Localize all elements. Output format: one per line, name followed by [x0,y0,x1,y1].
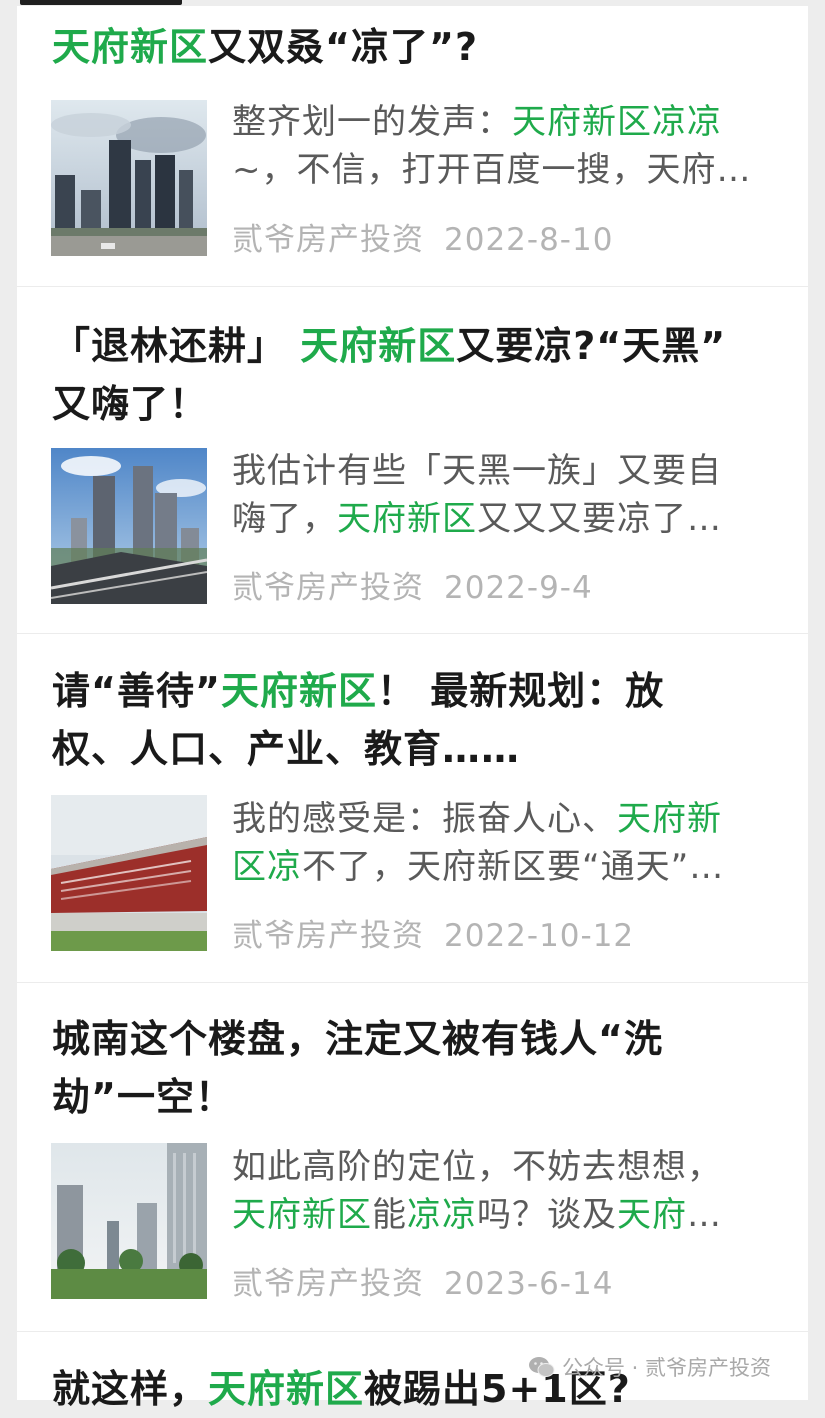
article-meta: 贰爷房产投资 2022-8-10 [232,214,613,259]
text-segment: 就这样， [52,1367,209,1411]
article-item[interactable]: 城南这个楼盘，注定又被有钱人“洗 劫”一空！ 如此高阶的定位，不妨去想想， 天府… [17,983,808,1331]
article-meta: 贰爷房产投资 2022-10-12 [232,910,634,955]
text-segment: 权、人口、产业、教育…… [52,727,521,771]
text-segment: 又要凉?“天黑” [456,324,727,368]
article-meta: 贰爷房产投资 2022-9-4 [232,562,593,607]
text-segment: 我的感受是：振奋人心、 [232,799,617,839]
article-meta: 贰爷房产投资 2023-6-14 [232,1258,613,1303]
text-segment: 城南这个楼盘，注定又被有钱人“洗 [52,1017,663,1061]
article-thumbnail[interactable] [51,1143,207,1299]
article-list: 天府新区又双叒“凉了”? 整齐划一的发声：天府新区凉凉 ~，不信，打开百度一搜，… [17,6,808,1411]
text-segment: 嗨了， [232,499,337,539]
text-segment: ~，不信，打开百度一搜，天府… [232,150,752,190]
watermark-text: 公众号 · 贰爷房产投资 [562,1356,772,1380]
text-segment: 整齐划一的发声： [232,102,512,142]
keyword-highlight: 天府新 [617,799,722,839]
text-segment: 请“善待” [52,669,221,713]
keyword-highlight: 天府新区 [208,1367,365,1411]
text-segment: 吗？谈及 [477,1195,617,1235]
text-segment: 又双叒“凉了”? [208,25,479,69]
keyword-highlight: 凉凉 [407,1195,477,1235]
article-item[interactable]: 「退林还耕」 天府新区又要凉?“天黑” 又嗨了！ 我估计有些「天黑一族」又要自 … [17,287,808,633]
wechat-icon [529,1357,555,1377]
text-segment: 又又又要凉了… [477,499,722,539]
keyword-highlight: 天府新区 [220,669,377,713]
article-author: 贰爷房产投资 [232,222,424,258]
article-item[interactable]: 请“善待”天府新区！ 最新规划：放权、人口、产业、教育…… 我的感受是：振奋人心… [17,634,808,982]
keyword-highlight: 天府新区 [52,25,209,69]
article-title[interactable]: 城南这个楼盘，注定又被有钱人“洗 劫”一空！ [52,1010,772,1126]
article-item[interactable]: 天府新区又双叒“凉了”? 整齐划一的发声：天府新区凉凉 ~，不信，打开百度一搜，… [17,6,808,286]
text-segment: 劫”一空！ [52,1075,234,1119]
article-author: 贰爷房产投资 [232,918,424,954]
article-summary: 我的感受是：振奋人心、天府新区凉不了，天府新区要“通天”… [232,795,792,891]
article-thumbnail[interactable] [51,100,207,256]
text-segment: 又嗨了！ [52,382,209,426]
article-author: 贰爷房产投资 [232,1266,424,1302]
text-segment: ！ 最新规划：放 [376,669,665,713]
article-date: 2023-6-14 [444,1266,614,1302]
article-date: 2022-10-12 [444,918,635,954]
keyword-highlight: 天府新区 [300,324,457,368]
article-thumbnail[interactable] [51,795,207,951]
article-date: 2022-8-10 [444,222,614,258]
top-indicator-bar [20,0,182,5]
keyword-highlight: 天府新区 [232,1195,372,1235]
article-summary: 如此高阶的定位，不妨去想想， 天府新区能凉凉吗？谈及天府… [232,1143,792,1239]
wechat-watermark: 公众号 · 贰爷房产投资 [528,1352,771,1382]
keyword-highlight: 区凉 [232,847,302,887]
text-segment: 能 [372,1195,407,1235]
article-title[interactable]: 「退林还耕」 天府新区又要凉?“天黑” 又嗨了！ [52,317,772,433]
keyword-highlight: 天府新区凉凉 [512,102,722,142]
article-title[interactable]: 天府新区又双叒“凉了”? [52,18,772,76]
article-summary: 整齐划一的发声：天府新区凉凉 ~，不信，打开百度一搜，天府… [232,98,792,194]
keyword-highlight: 天府新区 [337,499,477,539]
text-segment: … [687,1195,722,1235]
text-segment: 不了，天府新区要“通天”… [302,847,725,887]
article-thumbnail[interactable] [51,448,207,604]
article-author: 贰爷房产投资 [232,570,424,606]
text-segment: 我估计有些「天黑一族」又要自 [232,451,722,491]
text-segment: 「退林还耕」 [52,324,301,368]
keyword-highlight: 天府 [617,1195,687,1235]
article-title[interactable]: 请“善待”天府新区！ 最新规划：放权、人口、产业、教育…… [52,662,772,778]
article-date: 2022-9-4 [444,570,593,606]
article-summary: 我估计有些「天黑一族」又要自 嗨了，天府新区又又又要凉了… [232,447,792,543]
text-segment: 如此高阶的定位，不妨去想想， [232,1147,722,1187]
